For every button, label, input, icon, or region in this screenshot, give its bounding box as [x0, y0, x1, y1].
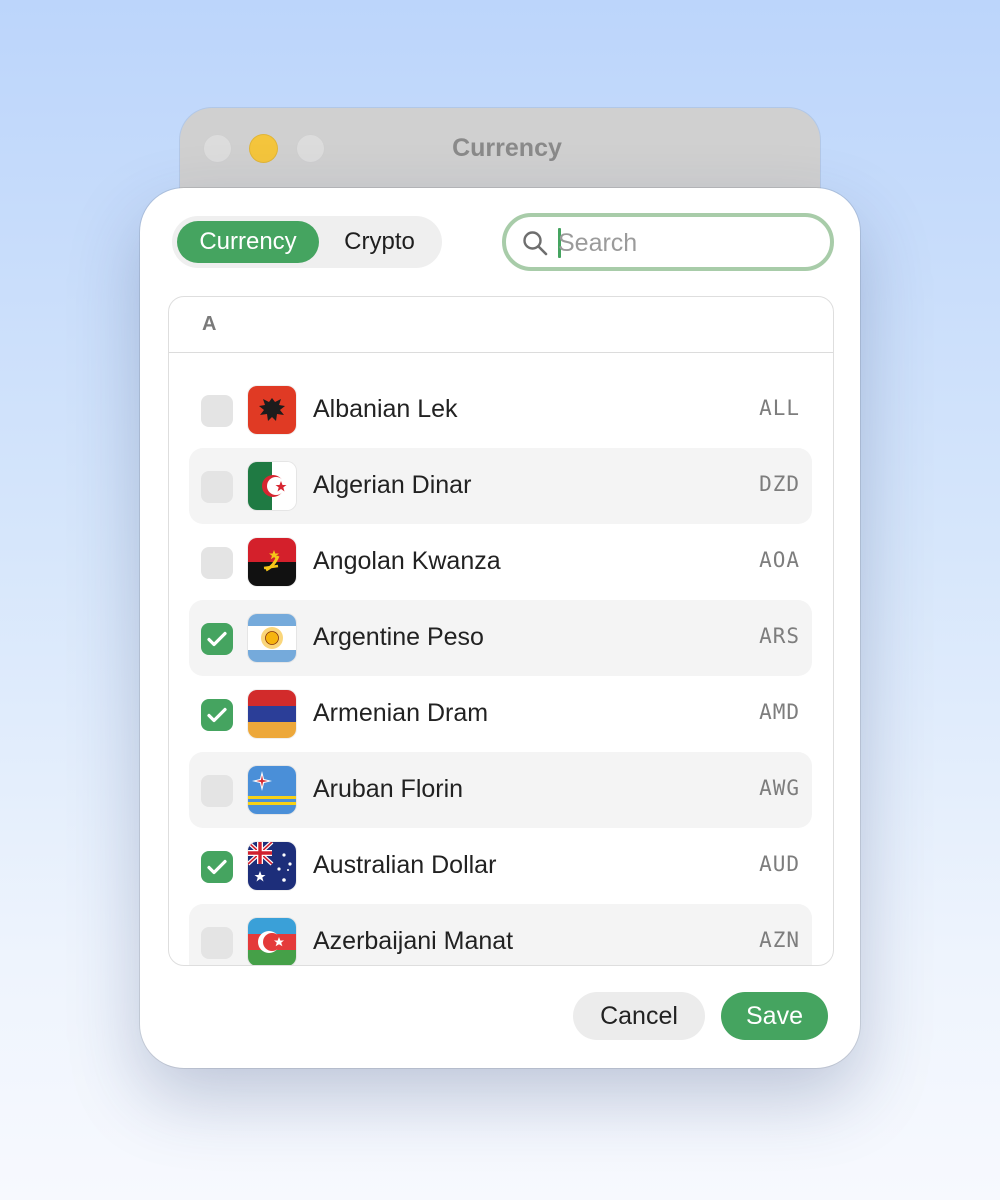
- checkbox-unchecked[interactable]: [201, 395, 233, 427]
- currency-code: AWG: [759, 776, 800, 800]
- cancel-button[interactable]: Cancel: [573, 992, 705, 1040]
- argentina-flag-icon: [248, 614, 296, 662]
- checkmark-icon: [207, 631, 227, 647]
- currency-name: Azerbaijani Manat: [313, 927, 514, 955]
- azerbaijan-flag-icon: [248, 918, 296, 965]
- checkmark-icon: [207, 707, 227, 723]
- currency-name: Argentine Peso: [313, 623, 484, 651]
- currency-code: DZD: [759, 472, 800, 496]
- segment-currency[interactable]: Currency: [177, 221, 319, 263]
- currency-code: AZN: [759, 928, 800, 952]
- currency-code: ARS: [759, 624, 800, 648]
- list-item[interactable]: Azerbaijani Manat AZN: [189, 904, 812, 965]
- aruba-flag-icon: [248, 766, 296, 814]
- section-header: A: [169, 297, 833, 353]
- search-field[interactable]: [502, 213, 834, 271]
- currency-name: Aruban Florin: [313, 775, 464, 803]
- currency-name: Albanian Lek: [313, 395, 458, 423]
- save-button[interactable]: Save: [721, 992, 828, 1040]
- segment-crypto[interactable]: Crypto: [322, 221, 437, 263]
- list-item[interactable]: Albanian Lek ALL: [189, 372, 812, 448]
- type-segmented-control: Currency Crypto: [172, 216, 442, 268]
- checkbox-unchecked[interactable]: [201, 775, 233, 807]
- search-icon: [523, 231, 548, 256]
- currency-name: Algerian Dinar: [313, 471, 472, 499]
- search-input[interactable]: [558, 223, 818, 263]
- currency-name: Angolan Kwanza: [313, 547, 501, 575]
- window-title: Currency: [452, 134, 562, 162]
- checkbox-unchecked[interactable]: [201, 927, 233, 959]
- currency-name: Armenian Dram: [313, 699, 489, 727]
- albania-flag-icon: [248, 386, 296, 434]
- currency-code: ALL: [759, 396, 800, 420]
- checkbox-unchecked[interactable]: [201, 547, 233, 579]
- algeria-flag-icon: [248, 462, 296, 510]
- list-item[interactable]: Algerian Dinar DZD: [189, 448, 812, 524]
- list-item[interactable]: Aruban Florin AWG: [189, 752, 812, 828]
- angola-flag-icon: [248, 538, 296, 586]
- list-item[interactable]: Armenian Dram AMD: [189, 676, 812, 752]
- currency-name: Australian Dollar: [313, 851, 497, 879]
- australia-flag-icon: [248, 842, 296, 890]
- checkbox-checked[interactable]: [201, 699, 233, 731]
- section-letter: A: [202, 313, 217, 335]
- checkbox-checked[interactable]: [201, 851, 233, 883]
- list-item[interactable]: Argentine Peso ARS: [189, 600, 812, 676]
- list-item[interactable]: Australian Dollar AUD: [189, 828, 812, 904]
- checkmark-icon: [207, 859, 227, 875]
- armenia-flag-icon: [248, 690, 296, 738]
- currency-code: AMD: [759, 700, 800, 724]
- currency-code: AUD: [759, 852, 800, 876]
- list-item[interactable]: Angolan Kwanza AOA: [189, 524, 812, 600]
- currency-list[interactable]: A Albanian Lek ALL Algerian Dinar DZD An…: [168, 296, 834, 966]
- checkbox-checked[interactable]: [201, 623, 233, 655]
- currency-code: AOA: [759, 548, 800, 572]
- checkbox-unchecked[interactable]: [201, 471, 233, 503]
- currency-sheet: Currency Crypto A Albanian Lek ALL: [140, 188, 860, 1068]
